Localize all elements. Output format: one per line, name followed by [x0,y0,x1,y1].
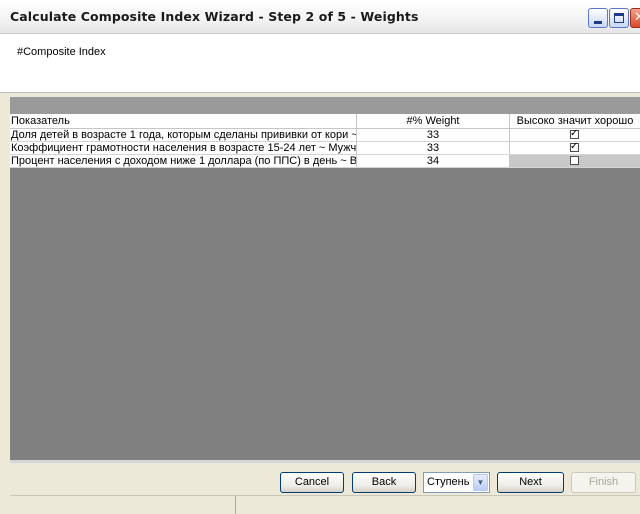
indicator-cell: Процент населения с доходом ниже 1 долла… [11,155,357,167]
cancel-button[interactable]: Cancel [280,472,344,493]
next-button[interactable]: Next [497,472,564,493]
table-row[interactable]: Процент населения с доходом ниже 1 долла… [10,155,640,168]
weight-cell[interactable]: 33 [357,142,510,154]
table-row[interactable]: Доля детей в возрасте 1 года, которым сд… [10,129,640,142]
minimize-icon [594,21,602,24]
check-mark-icon: ✓ [570,129,579,139]
weight-cell[interactable]: 34 [357,155,510,167]
high-is-good-cell [510,155,640,167]
back-button[interactable]: Back [352,472,416,493]
check-mark-icon: ✓ [570,142,579,152]
high-is-good-cell: ✓ [510,129,640,141]
wizard-header: #Composite Index [0,34,640,93]
status-bar [10,495,640,514]
column-header-indicator[interactable]: Показатель [10,114,357,128]
maximize-button[interactable] [609,8,629,28]
step-select-value: Ступень 2 [427,476,479,488]
step-select[interactable]: Ступень 2 ▼ [423,472,490,493]
table-row[interactable]: Коэффициент грамотности населения в возр… [10,142,640,155]
maximize-icon [614,13,624,23]
chevron-down-icon[interactable]: ▼ [473,474,488,491]
minimize-button[interactable] [588,8,608,28]
column-header-weight[interactable]: #% Weight [357,114,510,128]
wizard-footer: Cancel Back Ступень 2 ▼ Next Finish [10,463,640,495]
indicator-cell: Доля детей в возрасте 1 года, которым сд… [11,129,357,141]
status-bar-separator [235,496,236,514]
window-title: Calculate Composite Index Wizard - Step … [10,9,419,24]
high-is-good-checkbox[interactable] [570,156,579,165]
grid-header-row: Показатель #% Weight Высоко значит хорош… [10,114,640,129]
high-is-good-checkbox[interactable]: ✓ [570,129,579,139]
toolbar-strip [10,97,640,114]
close-icon: ✕ [634,10,640,25]
weight-cell[interactable]: 33 [357,129,510,141]
weights-grid: Показатель #% Weight Высоко значит хорош… [10,114,640,460]
indicator-cell: Коэффициент грамотности населения в возр… [11,142,357,154]
high-is-good-checkbox[interactable]: ✓ [570,142,579,152]
close-button[interactable]: ✕ [630,8,640,28]
finish-button: Finish [571,472,636,493]
composite-index-label: #Composite Index [17,46,106,58]
title-bar: Calculate Composite Index Wizard - Step … [0,0,640,34]
high-is-good-cell: ✓ [510,142,640,154]
column-header-high-is-good[interactable]: Высоко значит хорошо [510,114,640,128]
